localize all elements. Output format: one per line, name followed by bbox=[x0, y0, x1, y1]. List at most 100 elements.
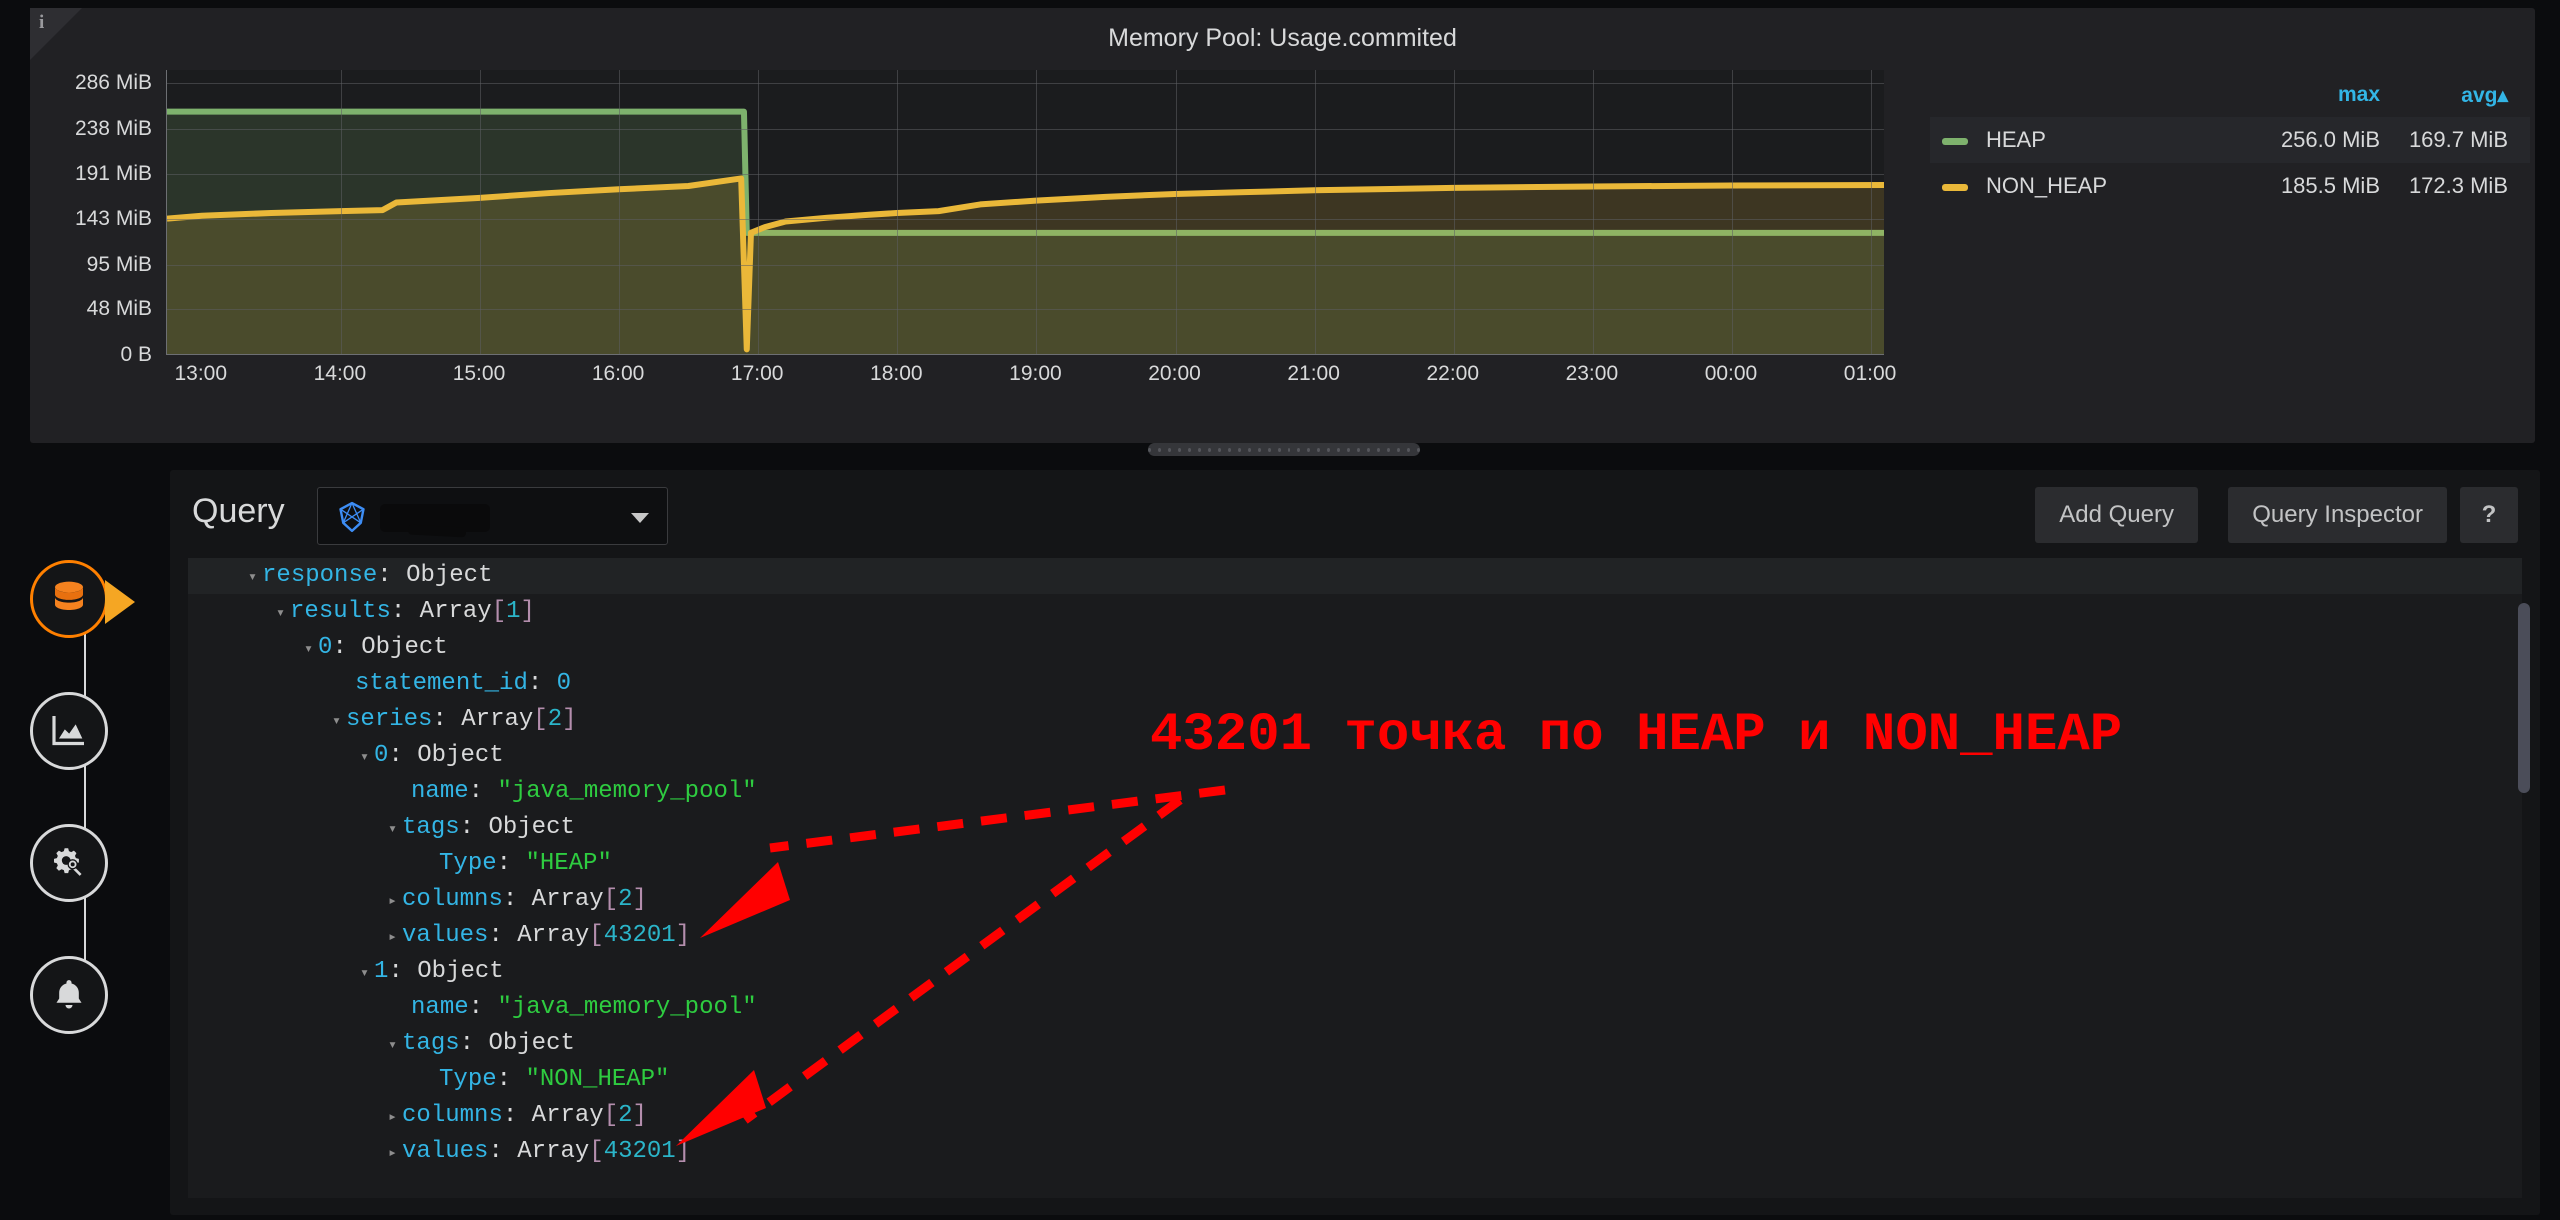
json-separator: : bbox=[496, 1066, 526, 1093]
query-response-tree[interactable]: ▾ response: Object ▾ results: Array[1] ▾ 0: O… bbox=[188, 558, 2522, 1198]
legend-col-avg[interactable]: avg▴ bbox=[2461, 83, 2508, 108]
gridline-vertical bbox=[1453, 70, 1455, 354]
gear-wrench-icon bbox=[54, 848, 84, 878]
json-tree-row[interactable]: name: "java_memory_pool" bbox=[188, 990, 2522, 1026]
tree-toggle-icon[interactable]: ▾ bbox=[360, 749, 369, 766]
gridline-horizontal bbox=[167, 309, 1884, 311]
rail-connector bbox=[84, 600, 86, 1000]
json-count: 43201 bbox=[603, 1138, 676, 1165]
json-separator: : bbox=[488, 1138, 518, 1165]
sidebar-item-alert[interactable] bbox=[30, 956, 108, 1034]
json-key: tags bbox=[402, 1030, 460, 1057]
json-scrollbar[interactable] bbox=[2518, 558, 2530, 1198]
legend-series-name[interactable]: HEAP bbox=[1986, 117, 2046, 163]
gridline-vertical bbox=[1314, 70, 1316, 354]
json-separator: : bbox=[496, 850, 526, 877]
sidebar-item-queries[interactable] bbox=[30, 560, 135, 638]
legend: max avg▴ HEAP 256.0 MiB 169.7 MiB NON_HEAP 1… bbox=[1930, 83, 2530, 209]
y-axis-tick-label: 191 MiB bbox=[74, 161, 152, 185]
json-key: Type bbox=[439, 1066, 497, 1093]
datasource-select[interactable] bbox=[317, 487, 668, 545]
json-bracket: ] bbox=[520, 598, 535, 625]
json-separator: : bbox=[459, 1030, 489, 1057]
tree-toggle-icon[interactable]: ▾ bbox=[360, 965, 369, 982]
chevron-down-icon[interactable] bbox=[631, 513, 649, 523]
plot-canvas[interactable] bbox=[166, 70, 1884, 355]
tree-toggle-icon[interactable]: ▸ bbox=[388, 929, 397, 946]
json-key: statement_id bbox=[355, 670, 528, 697]
json-bracket: [ bbox=[589, 922, 604, 949]
json-tree-row[interactable]: Type: "NON_HEAP" bbox=[188, 1062, 2522, 1098]
json-bracket: ] bbox=[675, 1138, 691, 1165]
json-tree-row[interactable]: name: "java_memory_pool" bbox=[188, 774, 2522, 810]
json-value: "HEAP" bbox=[525, 850, 612, 877]
tree-toggle-icon[interactable]: ▾ bbox=[388, 821, 397, 838]
json-tree-row[interactable]: ▸ values: Array[43201] bbox=[188, 918, 2522, 954]
json-tree-row[interactable]: ▸ columns: Array[2] bbox=[188, 1098, 2522, 1134]
tree-toggle-icon[interactable]: ▾ bbox=[248, 569, 257, 586]
json-separator: : bbox=[459, 814, 489, 841]
x-axis-tick-label: 20:00 bbox=[1148, 362, 1201, 385]
gridline-vertical bbox=[897, 70, 899, 354]
tree-toggle-icon[interactable]: ▾ bbox=[388, 1037, 397, 1054]
json-key: name bbox=[411, 994, 469, 1021]
x-axis-tick-label: 16:00 bbox=[591, 362, 645, 385]
json-tree-row[interactable]: Type: "HEAP" bbox=[188, 846, 2522, 882]
json-key: columns bbox=[402, 1102, 503, 1129]
json-key: Type bbox=[439, 850, 497, 877]
x-axis-tick-label: 19:00 bbox=[1009, 362, 1062, 385]
json-key: values bbox=[402, 922, 489, 949]
legend-avg-value: 169.7 MiB bbox=[2408, 127, 2508, 152]
json-key: 0 bbox=[374, 742, 389, 769]
query-editor: Query Add Query Query Inspector ? ▾ respo… bbox=[170, 470, 2540, 1215]
y-axis-tick-label: 0 B bbox=[120, 343, 152, 366]
legend-series-name[interactable]: NON_HEAP bbox=[1986, 163, 2107, 209]
json-tree-row[interactable]: ▾ response: Object bbox=[188, 558, 2522, 594]
json-count: 43201 bbox=[603, 922, 676, 949]
tree-toggle-icon[interactable]: ▸ bbox=[388, 893, 397, 910]
query-inspector-button[interactable]: Query Inspector bbox=[2228, 487, 2447, 543]
x-axis-tick-label: 18:00 bbox=[870, 362, 923, 385]
query-label: Query bbox=[192, 492, 285, 530]
legend-row[interactable]: HEAP 256.0 MiB 169.7 MiB bbox=[1930, 117, 2530, 163]
json-key: tags bbox=[402, 814, 460, 841]
json-tree-row[interactable]: ▾ tags: Object bbox=[188, 1026, 2522, 1062]
influxdb-icon bbox=[339, 501, 365, 533]
json-tree-row[interactable]: ▾ tags: Object bbox=[188, 810, 2522, 846]
json-key: response bbox=[262, 562, 378, 589]
tree-toggle-icon[interactable]: ▾ bbox=[304, 641, 313, 658]
json-tree-row[interactable]: ▸ columns: Array[2] bbox=[188, 882, 2522, 918]
query-editor-header: Query Add Query Query Inspector ? bbox=[170, 470, 2540, 558]
legend-row[interactable]: NON_HEAP 185.5 MiB 172.3 MiB bbox=[1930, 163, 2530, 209]
panel-resize-handle[interactable] bbox=[1147, 443, 1421, 456]
y-axis-tick-label: 238 MiB bbox=[74, 116, 152, 140]
tree-toggle-icon[interactable]: ▾ bbox=[276, 605, 285, 622]
json-value: "java_memory_pool" bbox=[497, 778, 757, 805]
add-query-button[interactable]: Add Query bbox=[2035, 487, 2198, 543]
x-axis-tick-label: 01:00 bbox=[1843, 362, 1897, 385]
json-key: series bbox=[346, 706, 433, 733]
sidebar-item-visualization[interactable] bbox=[30, 692, 108, 770]
json-tree-row[interactable]: ▸ values: Array[43201] bbox=[188, 1134, 2522, 1170]
json-type: Array bbox=[461, 706, 534, 733]
tree-toggle-icon[interactable]: ▸ bbox=[388, 1109, 397, 1126]
gridline-horizontal bbox=[167, 173, 1884, 175]
tree-toggle-icon[interactable]: ▾ bbox=[332, 713, 341, 730]
series-area-non_heap bbox=[167, 178, 1884, 354]
help-button[interactable]: ? bbox=[2460, 487, 2518, 543]
json-scrollbar-thumb[interactable] bbox=[2518, 603, 2530, 793]
legend-col-max[interactable]: max bbox=[2338, 83, 2380, 107]
json-bracket: [ bbox=[589, 1138, 604, 1165]
x-axis-tick-label: 21:00 bbox=[1287, 362, 1340, 385]
x-axis: 13:00 14:00 15:00 16:00 17:00 18:00 19:00 20:00… bbox=[166, 356, 1896, 400]
json-tree-row[interactable]: ▾ 1: Object bbox=[188, 954, 2522, 990]
y-axis: 0 B 48 MiB 95 MiB 143 MiB 191 MiB 238 MiB 286 … bbox=[30, 70, 162, 366]
json-tree-row[interactable]: ▾ results: Array[1] bbox=[188, 594, 2522, 630]
sidebar-item-general[interactable] bbox=[30, 824, 108, 902]
json-tree-row[interactable]: statement_id: 0 bbox=[188, 666, 2522, 702]
tree-toggle-icon[interactable]: ▸ bbox=[388, 1145, 397, 1162]
json-separator: : bbox=[488, 922, 518, 949]
json-tree-row[interactable]: ▾ 0: Object bbox=[188, 630, 2522, 666]
json-type: Object bbox=[406, 562, 493, 589]
json-bracket: ] bbox=[632, 886, 647, 913]
